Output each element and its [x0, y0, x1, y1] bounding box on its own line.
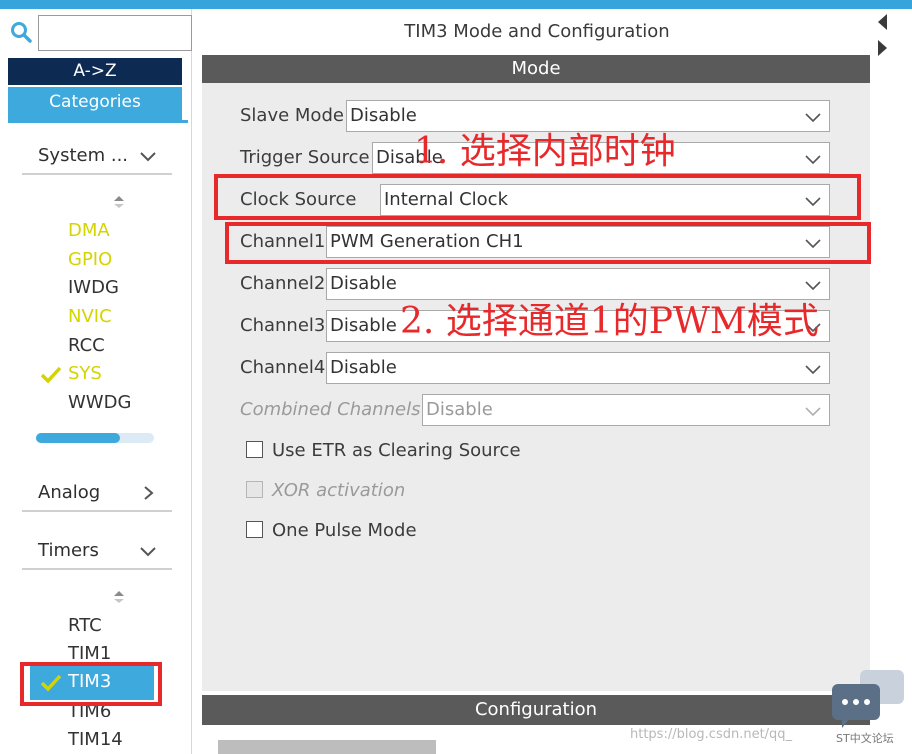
watermark-brand: ST中文论坛: [836, 732, 894, 745]
annotation-box-tim3: [20, 662, 162, 706]
sidebar-item-wwdg[interactable]: WWDG: [68, 392, 131, 413]
sidebar-item-rcc[interactable]: RCC: [68, 335, 105, 356]
checkbox-box: [246, 481, 263, 498]
search-input[interactable]: [38, 15, 192, 51]
channel2-value: Disable: [330, 273, 397, 294]
chevron-down-icon: [805, 365, 821, 375]
sidebar-item-rtc[interactable]: RTC: [68, 615, 102, 636]
channel3-label: Channel3: [240, 315, 326, 336]
chevron-down-icon: [140, 152, 156, 162]
xor-activation-label: XOR activation: [272, 480, 406, 501]
group-header-system[interactable]: System ...: [22, 139, 172, 175]
group-label-timers: Timers: [38, 540, 99, 561]
sidebar-item-nvic[interactable]: NVIC: [68, 306, 112, 327]
configuration-header[interactable]: Configuration: [202, 695, 870, 725]
sidebar-item-gpio[interactable]: GPIO: [68, 249, 112, 270]
checkbox-box[interactable]: [246, 521, 263, 538]
sidebar-item-dma[interactable]: DMA: [68, 220, 110, 241]
scrollbar-thumb[interactable]: [36, 433, 120, 443]
channel4-value: Disable: [330, 357, 397, 378]
slave-mode-label: Slave Mode: [240, 105, 344, 126]
chevron-down-icon: [805, 113, 821, 123]
sort-arrows-icon[interactable]: [112, 194, 126, 210]
chevron-down-icon: [805, 155, 821, 165]
checkmark-icon: [40, 366, 62, 384]
annotation-step2: 2. 选择通道1的PWM模式: [400, 301, 819, 342]
search-icon[interactable]: [10, 21, 32, 43]
channel2-label: Channel2: [240, 273, 326, 294]
group-label-analog: Analog: [38, 482, 101, 503]
checkbox-box[interactable]: [246, 441, 263, 458]
main-panel: TIM3 Mode and Configuration Mode Slave M…: [196, 9, 878, 754]
use-etr-label: Use ETR as Clearing Source: [272, 440, 521, 461]
chat-bubble-icon: [832, 670, 904, 728]
one-pulse-mode-label: One Pulse Mode: [272, 520, 417, 541]
annotation-box-channel1: [225, 222, 871, 264]
sidebar-item-tim14[interactable]: TIM14: [68, 729, 123, 750]
trigger-source-label: Trigger Source: [240, 147, 370, 168]
watermark-url: https://blog.csdn.net/qq_: [630, 727, 793, 742]
chevron-down-icon: [140, 547, 156, 557]
channel4-select[interactable]: Disable: [326, 352, 830, 384]
top-accent-bar: [0, 0, 912, 9]
mode-header[interactable]: Mode: [202, 55, 870, 83]
annotation-box-clock-source: [214, 174, 861, 220]
right-strip: [876, 9, 912, 754]
combined-channels-select: Disable: [422, 394, 830, 426]
sort-az-button[interactable]: A->Z: [8, 58, 182, 85]
use-etr-checkbox[interactable]: Use ETR as Clearing Source: [246, 440, 521, 461]
channel4-label: Channel4: [240, 357, 326, 378]
group-header-analog[interactable]: Analog: [22, 476, 172, 512]
xor-activation-checkbox: XOR activation: [246, 480, 405, 501]
sidebar-item-sys[interactable]: SYS: [68, 363, 102, 384]
sidebar-item-tim1[interactable]: TIM1: [68, 643, 111, 664]
annotation-step1: 1. 选择内部时钟: [414, 131, 676, 172]
chevron-right-icon: [144, 486, 154, 500]
chevron-down-icon: [805, 281, 821, 291]
combined-channels-value: Disable: [426, 399, 493, 420]
categories-underline: [8, 120, 188, 123]
slave-mode-value: Disable: [350, 105, 417, 126]
sidebar-item-iwdg[interactable]: IWDG: [68, 277, 119, 298]
channel3-value: Disable: [330, 315, 397, 336]
combined-channels-label: Combined Channels: [240, 399, 421, 420]
sort-arrows-icon[interactable]: [112, 589, 126, 605]
one-pulse-mode-checkbox[interactable]: One Pulse Mode: [246, 520, 417, 541]
sidebar: A->Z Categories System ... DMA GPIO IWDG…: [0, 9, 192, 754]
group-label-system: System ...: [38, 145, 129, 166]
reset-configuration-button[interactable]: Reset Configuration: [218, 740, 436, 754]
categories-tab[interactable]: Categories: [8, 87, 182, 120]
page-title: TIM3 Mode and Configuration: [404, 21, 670, 42]
chevron-down-icon: [805, 407, 821, 417]
group-header-timers[interactable]: Timers: [22, 534, 172, 570]
collapse-arrows-icon[interactable]: [876, 12, 888, 60]
